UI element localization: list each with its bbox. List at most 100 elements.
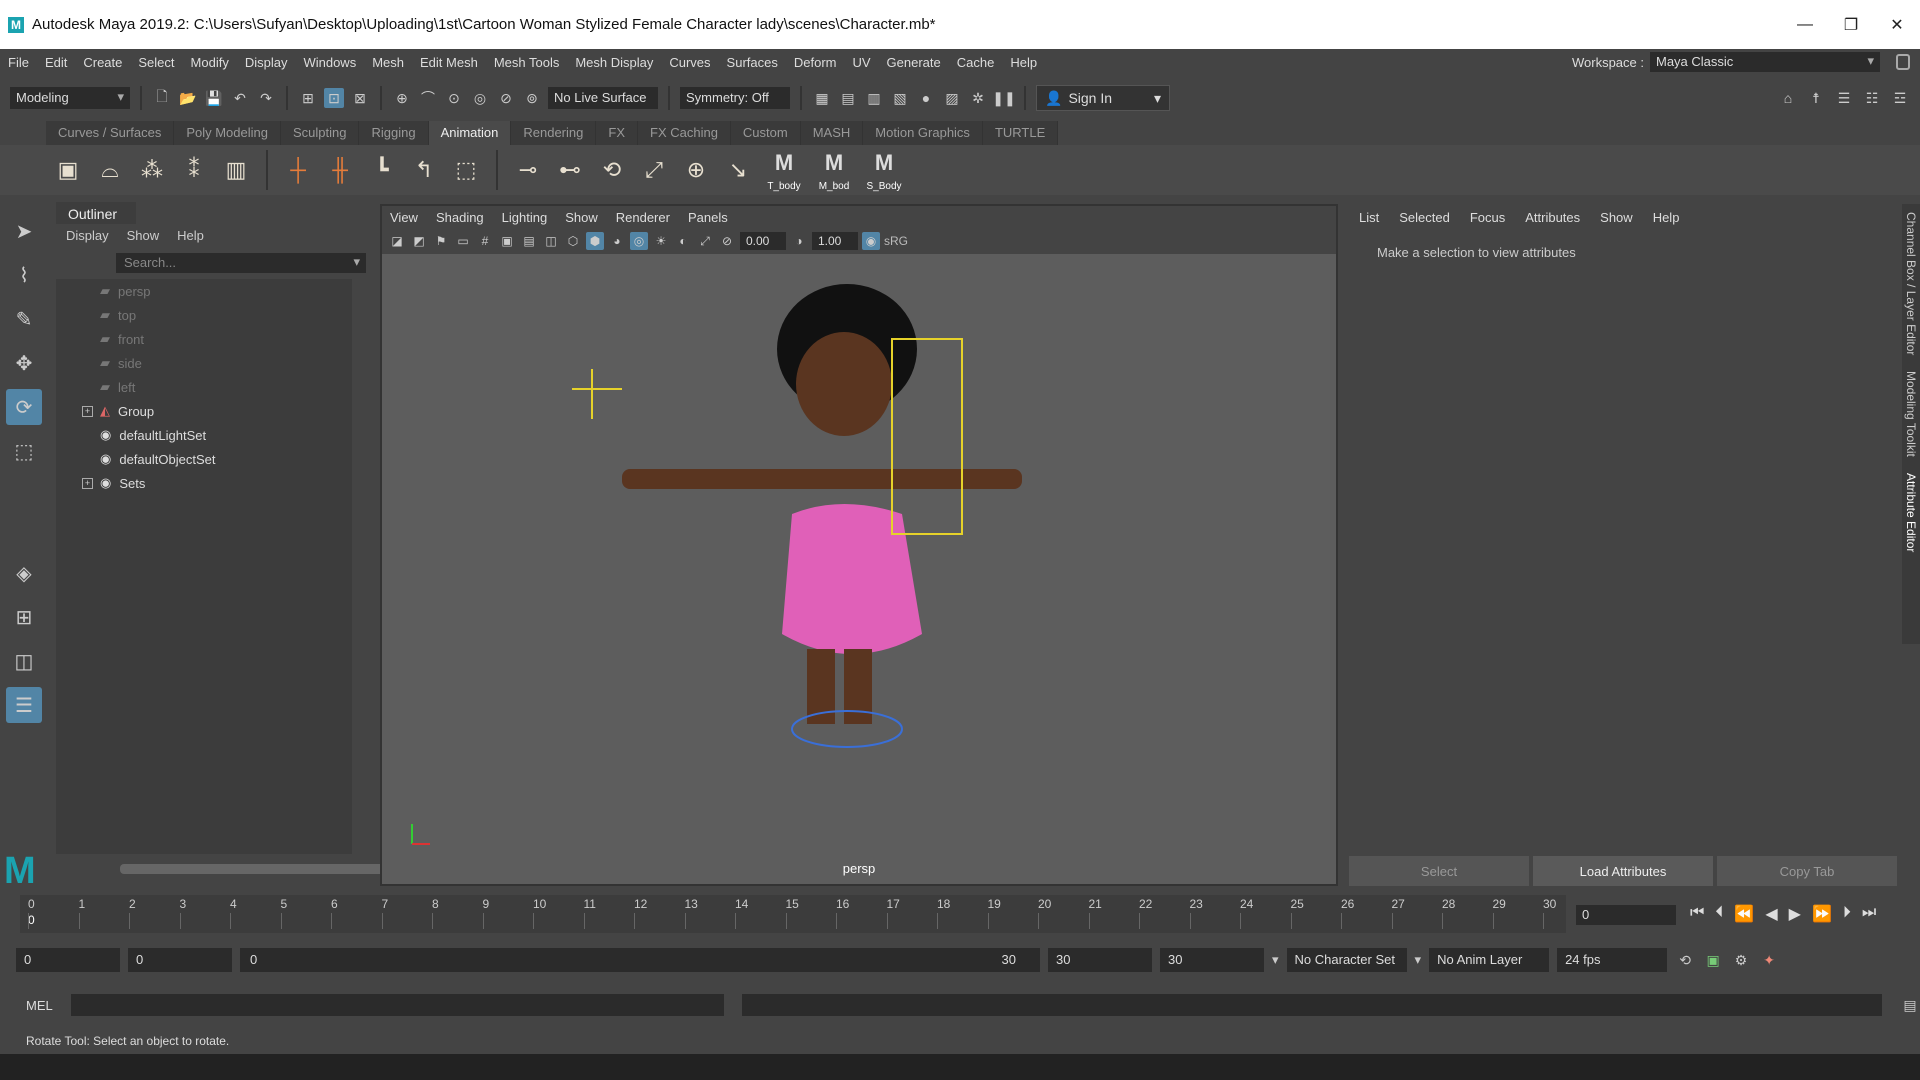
color-space-label[interactable]: sRG: [884, 234, 908, 248]
live-surface-field[interactable]: No Live Surface: [548, 87, 658, 109]
near-clip-icon[interactable]: ⊘: [718, 232, 736, 250]
menu-generate[interactable]: Generate: [879, 55, 949, 70]
tool-settings-icon[interactable]: ☷: [1862, 88, 1882, 108]
save-scene-icon[interactable]: 💾: [204, 88, 224, 108]
hik-icon[interactable]: ☨: [1806, 88, 1826, 108]
menu-windows[interactable]: Windows: [295, 55, 364, 70]
render-frame-icon[interactable]: ▤: [838, 88, 858, 108]
pause-icon[interactable]: ❚❚: [992, 88, 1015, 108]
chevron-down-icon[interactable]: ▾: [1272, 952, 1279, 968]
two-pane-layout-icon[interactable]: ◫: [6, 643, 42, 679]
outliner-item-group[interactable]: + ◭ Group: [56, 399, 352, 423]
shadows-icon[interactable]: ◐: [674, 232, 692, 250]
step-back-key-icon[interactable]: ⏪: [1734, 904, 1754, 924]
outliner-item-sets[interactable]: + ◉ Sets: [56, 471, 352, 495]
snap-point-icon[interactable]: ⊙: [444, 88, 464, 108]
constraint-scale-icon[interactable]: ⤢: [638, 154, 670, 186]
menu-mesh-display[interactable]: Mesh Display: [567, 55, 661, 70]
select-hierarchy-icon[interactable]: ⊞: [298, 88, 318, 108]
menu-cache[interactable]: Cache: [949, 55, 1003, 70]
scale-tool-icon[interactable]: ⬚: [6, 433, 42, 469]
menu-mesh[interactable]: Mesh: [364, 55, 412, 70]
lock-icon[interactable]: [1896, 54, 1910, 70]
modeling-toolkit-icon[interactable]: ⌂: [1778, 88, 1798, 108]
viewport-menu-view[interactable]: View: [390, 210, 418, 225]
rotate-tool-icon[interactable]: ⟳: [6, 389, 42, 425]
workspace-select[interactable]: Maya Classic: [1650, 52, 1880, 72]
anim-run-icon[interactable]: ✦: [1759, 950, 1779, 970]
minimize-icon[interactable]: —: [1782, 16, 1828, 34]
unghost-icon[interactable]: ⁑: [178, 154, 210, 186]
t-body-shelf-button[interactable]: M T_body: [764, 150, 804, 192]
range-slider-bar[interactable]: 0 30: [240, 948, 1040, 972]
far-clip-field[interactable]: 1.00: [812, 232, 858, 250]
single-pane-layout-icon[interactable]: ◈: [6, 555, 42, 591]
constraint-point-icon[interactable]: ⊷: [554, 154, 586, 186]
open-scene-icon[interactable]: 📂: [178, 88, 198, 108]
anim-prefs-icon[interactable]: ⚙: [1731, 950, 1751, 970]
attribute-editor-icon[interactable]: ☰: [1834, 88, 1854, 108]
outliner-item-left[interactable]: ▰ left: [56, 375, 352, 399]
snap-magnet-icon[interactable]: ⊚: [522, 88, 542, 108]
menu-deform[interactable]: Deform: [786, 55, 845, 70]
snap-curve-icon[interactable]: ⌒: [418, 88, 438, 108]
close-icon[interactable]: ✕: [1874, 15, 1920, 35]
select-object-icon[interactable]: ⊡: [324, 88, 344, 108]
image-plane-icon[interactable]: ▭: [454, 232, 472, 250]
shelf-tab-fx-caching[interactable]: FX Caching: [638, 121, 731, 145]
snap-surface-icon[interactable]: ⊘: [496, 88, 516, 108]
wireframe-icon[interactable]: ⬡: [564, 232, 582, 250]
auto-key-icon[interactable]: ▣: [1703, 950, 1723, 970]
shelf-tab-fx[interactable]: FX: [596, 121, 638, 145]
snap-grid-icon[interactable]: ⊕: [392, 88, 412, 108]
shelf-tab-turtle[interactable]: TURTLE: [982, 121, 1059, 145]
chevron-down-icon[interactable]: ▾: [1415, 952, 1422, 968]
command-language-label[interactable]: MEL: [26, 998, 53, 1013]
outliner-item-persp[interactable]: ▰ persp: [56, 279, 352, 303]
constraint-pole-icon[interactable]: ↘: [722, 154, 754, 186]
outliner-horizontal-scrollbar[interactable]: [120, 864, 400, 874]
gamma-icon[interactable]: ◑: [790, 232, 808, 250]
viewport-menu-lighting[interactable]: Lighting: [502, 210, 548, 225]
shelf-tab-rigging[interactable]: Rigging: [359, 121, 429, 145]
menuset-select[interactable]: Modeling: [10, 87, 130, 109]
outliner-item-front[interactable]: ▰ front: [56, 327, 352, 351]
outliner-menu-help[interactable]: Help: [177, 228, 204, 243]
sign-in-button[interactable]: 👤 Sign In ▾: [1036, 85, 1170, 111]
snap-view-icon[interactable]: ◎: [470, 88, 490, 108]
constraint-orient-icon[interactable]: ⟲: [596, 154, 628, 186]
camera-select-icon[interactable]: ◪: [388, 232, 406, 250]
isolate-select-icon[interactable]: ⤢: [696, 232, 714, 250]
outliner-item-side[interactable]: ▰ side: [56, 351, 352, 375]
select-component-icon[interactable]: ⊠: [350, 88, 370, 108]
outliner-item-defaultobjectset[interactable]: ◉ defaultObjectSet: [56, 447, 352, 471]
outliner-menu-display[interactable]: Display: [66, 228, 109, 243]
loop-icon[interactable]: ⟲: [1675, 950, 1695, 970]
film-gate-icon[interactable]: ▣: [498, 232, 516, 250]
shelf-tab-mash[interactable]: MASH: [800, 121, 864, 145]
anim-layer-select[interactable]: No Anim Layer: [1429, 948, 1550, 972]
step-back-frame-icon[interactable]: ⏴: [1715, 904, 1723, 924]
redo-icon[interactable]: ↷: [256, 88, 276, 108]
hypershade-icon[interactable]: ●: [916, 88, 936, 108]
menu-modify[interactable]: Modify: [183, 55, 237, 70]
move-tool-icon[interactable]: ✥: [6, 345, 42, 381]
near-clip-field[interactable]: 0.00: [740, 232, 786, 250]
outliner-layout-icon[interactable]: ☰: [6, 687, 42, 723]
xray-icon[interactable]: ◎: [630, 232, 648, 250]
ae-select-button[interactable]: Select: [1349, 856, 1529, 886]
textured-icon[interactable]: ◕: [608, 232, 626, 250]
script-editor-icon[interactable]: ▤: [1900, 995, 1920, 1015]
viewport-canvas[interactable]: [382, 254, 1336, 882]
ae-copy-tab-button[interactable]: Copy Tab: [1717, 856, 1897, 886]
play-forwards-icon[interactable]: ▶: [1789, 904, 1801, 924]
ae-menu-show[interactable]: Show: [1600, 210, 1633, 225]
camera-attributes-icon[interactable]: ◩: [410, 232, 428, 250]
outliner-menu-show[interactable]: Show: [127, 228, 160, 243]
render-view-icon[interactable]: ▦: [812, 88, 832, 108]
shelf-tab-sculpting[interactable]: Sculpting: [280, 121, 360, 145]
safe-action-icon[interactable]: ◫: [542, 232, 560, 250]
menu-curves[interactable]: Curves: [661, 55, 718, 70]
shelf-tab-rendering[interactable]: Rendering: [511, 121, 597, 145]
play-backwards-icon[interactable]: ◀: [1765, 904, 1777, 924]
